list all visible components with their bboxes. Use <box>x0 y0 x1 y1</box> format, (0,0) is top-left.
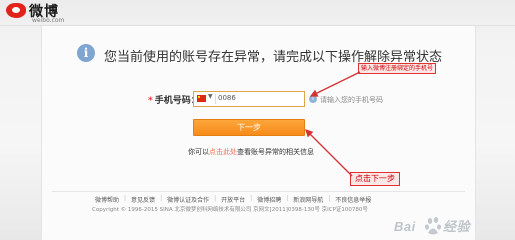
footer-separator: | <box>250 195 253 202</box>
help-prefix: 你可以 <box>188 148 209 156</box>
footer-separator: | <box>328 195 331 202</box>
next-annotation-callout: 点击下一步 <box>350 172 400 186</box>
footer-link-feedback[interactable]: 意见反馈 <box>131 195 155 204</box>
footer-separator: | <box>214 195 217 202</box>
footer-link-report[interactable]: 不良信息举报 <box>335 195 371 204</box>
weibo-eye-icon <box>6 3 26 18</box>
footer-separator: | <box>160 195 163 202</box>
next-step-button[interactable]: 下一步 <box>193 119 305 136</box>
click-here-link[interactable]: 点击此处 <box>209 148 237 156</box>
country-code: 0086 <box>218 94 236 102</box>
svg-text:Bai: Bai <box>394 219 416 234</box>
help-suffix: 查看账号异常的相关信息 <box>237 148 314 156</box>
page: 微博 weibo.com i 您当前使用的账号存在异常，请完成以下操作解除异常状… <box>0 0 515 240</box>
field-divider <box>215 94 216 104</box>
footer-separator: | <box>124 195 127 202</box>
phone-annotation-callout: 输入微博注册绑定的手机号 <box>358 63 437 74</box>
footer-separator: | <box>286 195 289 202</box>
required-mark: * <box>148 96 153 106</box>
weibo-logo[interactable]: 微博 weibo.com <box>2 1 92 25</box>
footer-links: 微博帮助 | 意见反馈 | 微博认证及合作 | 开放平台 | 微博招聘 | 新浪网导航 | … <box>95 195 425 204</box>
phone-input[interactable] <box>244 93 300 105</box>
phone-hint: 请输入您的手机号码 <box>320 96 383 104</box>
footer-link-verify[interactable]: 微博认证及合作 <box>167 195 209 204</box>
phone-label: * 手机号码： <box>148 93 200 106</box>
watermark-paw-icon: Bai 经验 <box>394 217 472 235</box>
copyright-text: Copyright © 1996-2015 SINA 北京微梦创科网络技术有限公… <box>92 207 368 213</box>
footer-link-help[interactable]: 微博帮助 <box>95 195 119 204</box>
hint-info-icon: i <box>309 95 317 103</box>
footer-link-open-platform[interactable]: 开放平台 <box>221 195 245 204</box>
svg-text:经验: 经验 <box>443 219 472 235</box>
footer-link-jobs[interactable]: 微博招聘 <box>257 195 281 204</box>
footer-divider <box>52 191 465 192</box>
help-text: 你可以点击此处查看账号异常的相关信息 <box>188 147 314 157</box>
phone-field: ▼ 0086 <box>193 91 305 107</box>
chevron-down-icon[interactable]: ▼ <box>208 93 213 100</box>
footer-link-sina-nav[interactable]: 新浪网导航 <box>293 195 323 204</box>
baidu-jingyan-watermark: Bai 经验 <box>392 215 510 237</box>
info-icon: i <box>77 44 95 62</box>
logo-domain: weibo.com <box>32 17 65 24</box>
china-flag-icon[interactable] <box>197 95 206 102</box>
